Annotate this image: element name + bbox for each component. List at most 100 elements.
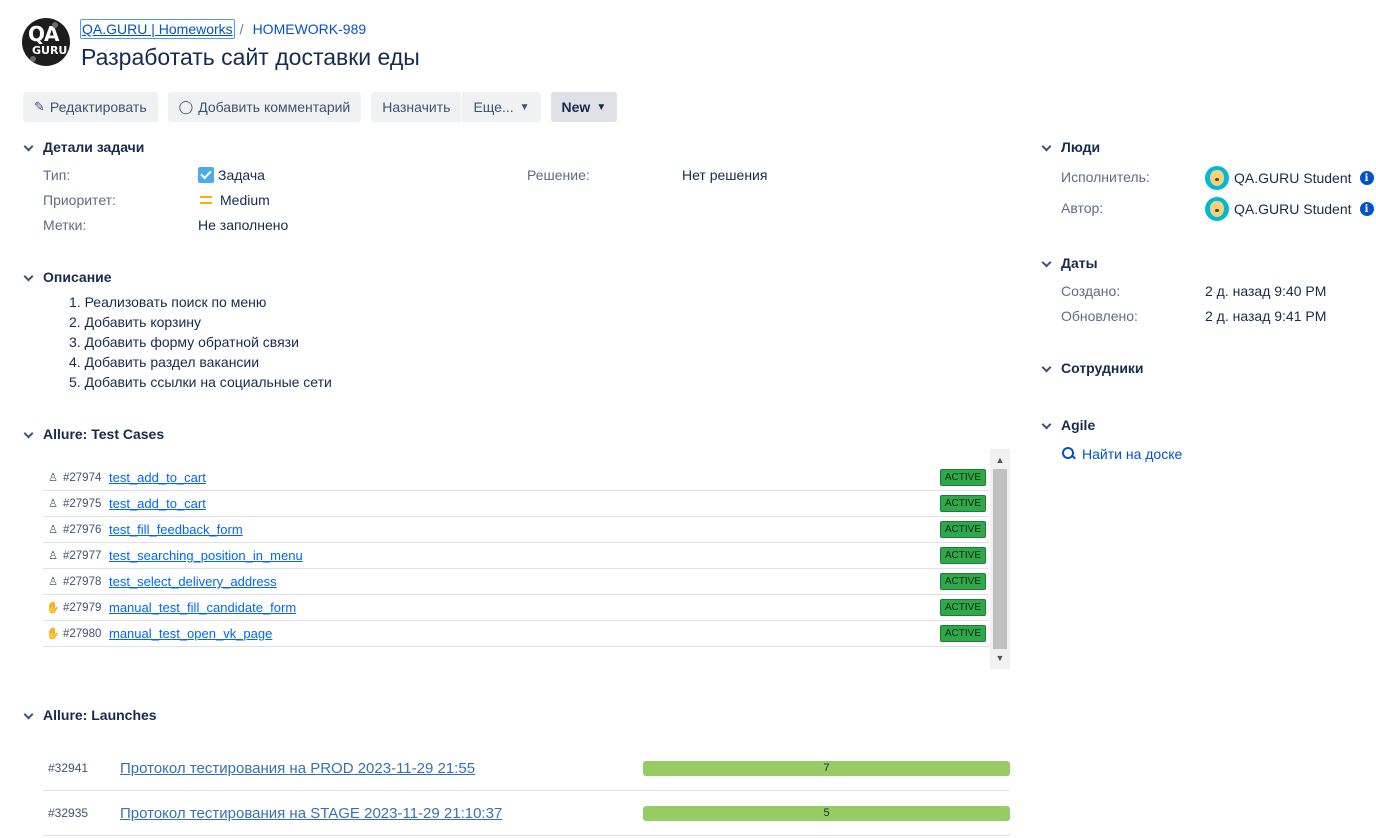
test-case-link[interactable]: test_add_to_cart	[109, 470, 206, 485]
avatar	[1205, 197, 1229, 221]
reporter-value[interactable]: QA.GURU Student i	[1205, 197, 1374, 221]
status-badge: ACTIVE	[939, 573, 986, 590]
created-label: Создано:	[1061, 283, 1121, 299]
test-case-link[interactable]: test_searching_position_in_menu	[109, 548, 303, 563]
automated-icon: ♙	[48, 550, 58, 562]
launch-result-bar: 7	[643, 760, 1010, 776]
chevron-down-icon	[23, 428, 35, 440]
chevron-down-icon	[23, 271, 35, 283]
info-icon[interactable]: i	[1359, 202, 1374, 216]
test-case-link[interactable]: test_select_delivery_address	[109, 574, 277, 589]
list-item: 4. Добавить раздел вакансии	[69, 354, 260, 370]
scroll-up-icon[interactable]: ▲	[990, 451, 1010, 469]
breadcrumb-separator: /	[239, 21, 244, 37]
status-badge: ACTIVE	[939, 521, 986, 538]
status-badge: ACTIVE	[939, 469, 986, 486]
test-cases-scrollbar[interactable]: ▲ ▼	[990, 449, 1010, 669]
project-avatar[interactable]: QA GURU	[22, 18, 70, 66]
table-row: ✋ #27979 manual_test_fill_candidate_form…	[43, 595, 989, 621]
updated-label: Обновлено:	[1061, 308, 1138, 324]
chevron-down-icon	[1041, 362, 1053, 374]
launches-module-toggle[interactable]: Allure: Launches	[23, 707, 157, 723]
reporter-label: Автор:	[1061, 200, 1104, 216]
more-button[interactable]: Еще... ▼	[462, 92, 541, 122]
table-row: ♙ #27976 test_fill_feedback_form ACTIVE	[43, 517, 989, 543]
status-badge: ACTIVE	[939, 495, 986, 512]
priority-value: Medium	[198, 192, 270, 208]
details-module-toggle[interactable]: Детали задачи	[23, 139, 144, 155]
table-row: ✋ #27980 manual_test_open_vk_page ACTIVE	[43, 621, 989, 647]
automated-icon: ♙	[48, 576, 58, 588]
type-value: Задача	[198, 167, 265, 183]
add-comment-button[interactable]: ◯ Добавить комментарий	[167, 92, 362, 122]
chevron-down-icon: ▼	[596, 101, 607, 113]
pencil-icon: ✎	[34, 99, 45, 114]
automated-icon: ♙	[48, 524, 58, 536]
avatar	[1205, 166, 1229, 190]
scrollbar-thumb[interactable]	[993, 469, 1007, 649]
status-badge: ACTIVE	[939, 625, 986, 642]
table-row: ♙ #27977 test_searching_position_in_menu…	[43, 543, 989, 569]
test-cases-module-toggle[interactable]: Allure: Test Cases	[23, 426, 164, 442]
breadcrumb-issue-link[interactable]: HOMEWORK-989	[253, 21, 367, 37]
list-item: 2. Добавить корзину	[69, 314, 201, 330]
manual-icon: ✋	[46, 602, 60, 614]
chevron-down-icon	[1041, 419, 1053, 431]
test-case-link[interactable]: manual_test_open_vk_page	[109, 626, 272, 641]
dates-module-toggle[interactable]: Даты	[1041, 255, 1098, 271]
table-row: ♙ #27975 test_add_to_cart ACTIVE	[43, 491, 989, 517]
list-item: 3. Добавить форму обратной связи	[69, 334, 299, 350]
automated-icon: ♙	[48, 472, 58, 484]
comment-icon: ◯	[178, 99, 194, 114]
status-badge: ACTIVE	[939, 547, 986, 564]
description-module-toggle[interactable]: Описание	[23, 269, 112, 285]
priority-label: Приоритет:	[43, 192, 116, 208]
chevron-down-icon	[1041, 257, 1053, 269]
description-list[interactable]: 1. Реализовать поиск по меню 2. Добавить…	[69, 292, 332, 392]
agile-module-toggle[interactable]: Agile	[1041, 417, 1095, 433]
test-case-link[interactable]: test_fill_feedback_form	[109, 522, 243, 537]
manual-icon: ✋	[46, 628, 60, 640]
breadcrumb: QA.GURU | Homeworks / HOMEWORK-989	[80, 19, 366, 39]
updated-value: 2 д. назад 9:41 PM	[1205, 308, 1327, 324]
search-icon	[1062, 447, 1076, 461]
resolution-label: Решение:	[527, 167, 590, 183]
list-item: 1. Реализовать поиск по меню	[69, 294, 267, 310]
table-row: ♙ #27978 test_select_delivery_address AC…	[43, 569, 989, 595]
employees-module-toggle[interactable]: Сотрудники	[1041, 360, 1144, 376]
created-value: 2 д. назад 9:40 PM	[1205, 283, 1327, 299]
table-row: ♙ #27974 test_add_to_cart ACTIVE	[43, 465, 989, 491]
assignee-label: Исполнитель:	[1061, 169, 1150, 185]
issue-toolbar: ✎ Редактировать ◯ Добавить комментарий Н…	[23, 92, 627, 122]
labels-label: Метки:	[43, 217, 87, 233]
labels-value[interactable]: Не заполнено	[198, 217, 288, 233]
type-label: Тип:	[43, 167, 71, 183]
chevron-down-icon	[1041, 141, 1053, 153]
task-type-icon	[198, 167, 214, 183]
launch-link[interactable]: Протокол тестирования на PROD 2023-11-29…	[120, 760, 475, 777]
find-on-board-link[interactable]: Найти на доске	[1062, 446, 1182, 462]
test-case-link[interactable]: test_add_to_cart	[109, 496, 206, 511]
test-cases-list: ♙ #27974 test_add_to_cart ACTIVE ♙ #2797…	[43, 449, 1010, 669]
status-badge: ACTIVE	[939, 599, 986, 616]
launch-link[interactable]: Протокол тестирования на STAGE 2023-11-2…	[120, 805, 502, 822]
status-button[interactable]: New ▼	[550, 92, 618, 122]
automated-icon: ♙	[48, 498, 58, 510]
assignee-value[interactable]: QA.GURU Student i	[1205, 166, 1374, 190]
test-case-link[interactable]: manual_test_fill_candidate_form	[109, 600, 296, 615]
people-module-toggle[interactable]: Люди	[1041, 139, 1100, 155]
launch-result-bar: 5	[643, 805, 1010, 821]
scroll-down-icon[interactable]: ▼	[990, 649, 1010, 667]
table-row: #32941 Протокол тестирования на PROD 202…	[43, 746, 1010, 791]
page-title[interactable]: Разработать сайт доставки еды	[81, 44, 420, 71]
breadcrumb-project-link[interactable]: QA.GURU | Homeworks	[80, 19, 235, 39]
assign-button[interactable]: Назначить	[371, 92, 462, 122]
chevron-down-icon: ▼	[519, 101, 530, 113]
info-icon[interactable]: i	[1359, 171, 1374, 185]
table-row: #32935 Протокол тестирования на STAGE 20…	[43, 791, 1010, 836]
list-item: 5. Добавить ссылки на социальные сети	[69, 374, 332, 390]
priority-medium-icon	[200, 196, 212, 204]
chevron-down-icon	[23, 709, 35, 721]
edit-button[interactable]: ✎ Редактировать	[23, 92, 158, 122]
chevron-down-icon	[23, 141, 35, 153]
